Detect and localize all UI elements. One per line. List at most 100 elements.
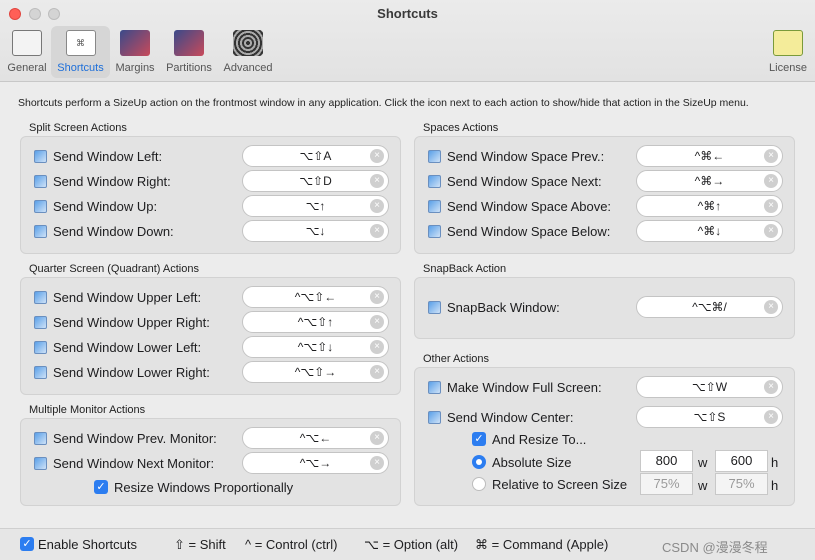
clear-shortcut-icon[interactable]: × — [370, 365, 384, 379]
shortcut-keys: ⌥↓ — [305, 224, 326, 238]
window-position-icon[interactable] — [34, 431, 47, 445]
snapback-action-row: SnapBack Window: — [428, 296, 560, 318]
clear-shortcut-icon[interactable]: × — [370, 199, 384, 213]
relative-size-radio[interactable] — [472, 477, 486, 491]
shortcut-recorder[interactable]: ^⌥⇧← × — [242, 286, 389, 308]
relative-height-input[interactable]: 75% — [715, 473, 768, 495]
split-action-row: Send Window Right: — [34, 170, 171, 192]
shortcut-recorder[interactable]: ⌥↓ × — [242, 220, 389, 242]
shortcut-recorder[interactable]: ^⌘← × — [636, 145, 783, 167]
action-label: Send Window Center: — [447, 409, 574, 425]
clear-shortcut-icon[interactable]: × — [370, 290, 384, 304]
footer-bar: ✓ Enable Shortcuts ⇧ = Shift ^ = Control… — [0, 528, 815, 560]
window-position-icon[interactable] — [428, 300, 441, 314]
clear-shortcut-icon[interactable]: × — [370, 456, 384, 470]
absolute-width-input[interactable]: 800 — [640, 450, 693, 472]
window-position-icon[interactable] — [34, 149, 47, 163]
monitor-action-row: Send Window Next Monitor: — [34, 452, 214, 474]
window-position-icon[interactable] — [34, 290, 47, 304]
shortcut-keys: ⌥⇧W — [691, 380, 728, 394]
tab-margins[interactable]: Margins — [112, 26, 158, 78]
action-label: Send Window Lower Left: — [53, 339, 202, 355]
shortcut-recorder[interactable]: ⌥⇧S × — [636, 406, 783, 428]
clear-shortcut-icon[interactable]: × — [764, 224, 778, 238]
tab-shortcuts[interactable]: ⌘ Shortcuts — [51, 26, 110, 78]
clear-shortcut-icon[interactable]: × — [370, 149, 384, 163]
tab-general[interactable]: General — [4, 26, 50, 78]
clear-shortcut-icon[interactable]: × — [370, 340, 384, 354]
enable-shortcuts-checkbox[interactable]: ✓ — [20, 537, 34, 551]
general-icon — [12, 30, 42, 56]
clear-shortcut-icon[interactable]: × — [764, 410, 778, 424]
multiple-monitor-title: Multiple Monitor Actions — [29, 404, 146, 416]
window-position-icon[interactable] — [428, 174, 441, 188]
clear-shortcut-icon[interactable]: × — [764, 380, 778, 394]
absolute-height-input[interactable]: 600 — [715, 450, 768, 472]
window-position-icon[interactable] — [34, 174, 47, 188]
shortcut-recorder[interactable]: ^⌘↓ × — [636, 220, 783, 242]
shortcut-keys: ^⌘← — [694, 149, 725, 163]
absolute-size-radio[interactable] — [472, 455, 486, 469]
resize-proportionally-checkbox[interactable]: ✓ — [94, 480, 108, 494]
window-position-icon[interactable] — [428, 199, 441, 213]
shortcut-keys: ^⌥⇧↑ — [297, 315, 334, 329]
spaces-action-row: Send Window Space Prev.: — [428, 145, 604, 167]
tab-advanced[interactable]: Advanced — [219, 26, 277, 78]
shortcut-recorder[interactable]: ^⌥⇧↓ × — [242, 336, 389, 358]
window-position-icon[interactable] — [34, 365, 47, 379]
shortcut-recorder[interactable]: ^⌘→ × — [636, 170, 783, 192]
clear-shortcut-icon[interactable]: × — [764, 199, 778, 213]
tab-partitions[interactable]: Partitions — [162, 26, 216, 78]
shortcut-recorder[interactable]: ^⌥→ × — [242, 452, 389, 474]
shortcut-recorder[interactable]: ⌥⇧D × — [242, 170, 389, 192]
action-label: Send Window Down: — [53, 223, 174, 239]
clear-shortcut-icon[interactable]: × — [370, 224, 384, 238]
spaces-action-row: Send Window Space Above: — [428, 195, 611, 217]
shortcut-recorder[interactable]: ^⌥⌘/ × — [636, 296, 783, 318]
shortcut-keys: ⌥⇧S — [693, 410, 726, 424]
and-resize-checkbox[interactable]: ✓ — [472, 432, 486, 446]
split-screen-title: Split Screen Actions — [29, 122, 127, 134]
clear-shortcut-icon[interactable]: × — [764, 300, 778, 314]
window-position-icon[interactable] — [34, 456, 47, 470]
action-label: Send Window Next Monitor: — [53, 455, 215, 471]
shortcut-keys: ^⌥⇧→ — [294, 365, 337, 379]
relative-width-input[interactable]: 75% — [640, 473, 693, 495]
clear-shortcut-icon[interactable]: × — [764, 174, 778, 188]
shortcut-recorder[interactable]: ⌥↑ × — [242, 195, 389, 217]
description-text: Shortcuts perform a SizeUp action on the… — [18, 97, 749, 109]
action-label: Send Window Space Next: — [447, 173, 602, 189]
preferences-window: Shortcuts General ⌘ Shortcuts Margins Pa… — [0, 0, 815, 560]
other-action-row: Make Window Full Screen: — [428, 376, 602, 398]
and-resize-label: And Resize To... — [492, 432, 587, 447]
action-label: Send Window Space Above: — [447, 198, 612, 214]
action-label: Send Window Up: — [53, 198, 158, 214]
other-actions-title: Other Actions — [423, 353, 490, 365]
shortcut-recorder[interactable]: ^⌘↑ × — [636, 195, 783, 217]
height-unit-label: h — [771, 455, 779, 470]
tab-label: Advanced — [223, 62, 273, 74]
window-position-icon[interactable] — [34, 224, 47, 238]
shortcut-recorder[interactable]: ^⌥← × — [242, 427, 389, 449]
clear-shortcut-icon[interactable]: × — [370, 174, 384, 188]
clear-shortcut-icon[interactable]: × — [370, 315, 384, 329]
tab-license[interactable]: License — [764, 26, 812, 78]
window-position-icon[interactable] — [428, 410, 441, 424]
clear-shortcut-icon[interactable]: × — [370, 431, 384, 445]
shortcut-recorder[interactable]: ⌥⇧A × — [242, 145, 389, 167]
action-label: Send Window Left: — [53, 148, 163, 164]
shortcut-recorder[interactable]: ^⌥⇧↑ × — [242, 311, 389, 333]
window-position-icon[interactable] — [428, 224, 441, 238]
shortcut-recorder[interactable]: ⌥⇧W × — [636, 376, 783, 398]
quarter-action-row: Send Window Lower Right: — [34, 361, 210, 383]
window-position-icon[interactable] — [428, 380, 441, 394]
window-position-icon[interactable] — [34, 199, 47, 213]
spaces-action-row: Send Window Space Next: — [428, 170, 602, 192]
clear-shortcut-icon[interactable]: × — [764, 149, 778, 163]
window-position-icon[interactable] — [34, 340, 47, 354]
action-label: Send Window Right: — [53, 173, 171, 189]
window-position-icon[interactable] — [428, 149, 441, 163]
shortcut-recorder[interactable]: ^⌥⇧→ × — [242, 361, 389, 383]
action-label: Send Window Upper Left: — [53, 289, 202, 305]
window-position-icon[interactable] — [34, 315, 47, 329]
